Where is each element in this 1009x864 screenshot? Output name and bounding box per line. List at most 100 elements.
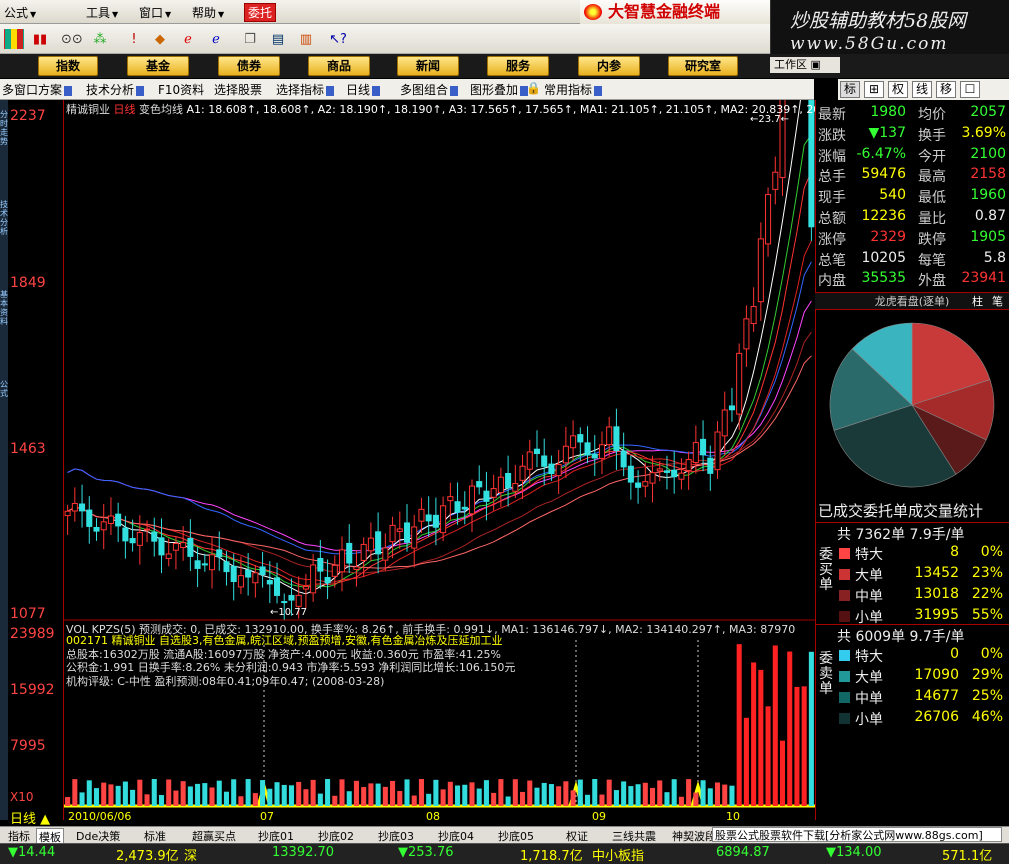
tab-superbuy[interactable]: 超赢买点 — [192, 828, 236, 844]
volume-bar — [151, 779, 157, 806]
candle-body — [245, 569, 252, 578]
volume-bar — [447, 781, 453, 806]
tab-dde[interactable]: Dde决策 — [76, 828, 120, 844]
nav-commodity-button[interactable]: 商品 — [308, 56, 370, 76]
volume-bar — [498, 779, 504, 806]
tab-line[interactable]: 线 — [912, 81, 932, 98]
tab-bottom03[interactable]: 抄底03 — [378, 828, 414, 844]
color-swatch — [839, 650, 850, 661]
date-axis: 2010/06/06 07 08 09 10 — [64, 810, 815, 823]
status-bar: ▼14.44 2,473.9亿 深 13392.70 ▼253.76 1,718… — [0, 843, 1009, 864]
select-stock-menu[interactable]: 选择股票 — [214, 81, 262, 98]
quote-row: 涨跌 ▼137 换手 3.69% — [818, 125, 1006, 146]
weituo-button[interactable]: 委托 — [244, 3, 277, 22]
f10-menu[interactable]: F10资料 — [158, 81, 204, 98]
network-icon[interactable]: ⁂ — [90, 29, 110, 49]
volume-bar — [801, 686, 807, 806]
tab-bottom02[interactable]: 抄底02 — [318, 828, 354, 844]
multi-window-menu[interactable]: 多窗口方案 — [2, 81, 73, 98]
candle-body — [635, 482, 642, 488]
tab-bottom04[interactable]: 抄底04 — [438, 828, 474, 844]
tech-analysis-menu[interactable]: 技术分析 — [86, 81, 145, 98]
quote-row: 总额 12236 量比 0.87 — [818, 208, 1006, 229]
nav-bond-button[interactable]: 债券 — [218, 56, 280, 76]
overlay-menu[interactable]: 图形叠加 — [470, 81, 529, 98]
tab-standard[interactable]: 标准 — [144, 828, 166, 844]
menu-help[interactable]: 帮助 ▼ — [192, 4, 224, 21]
tab-bottom05[interactable]: 抄底05 — [498, 828, 534, 844]
candle-body — [765, 194, 772, 245]
order-volume: 8 — [950, 544, 959, 560]
strip-intraday[interactable]: 分时走势 — [0, 110, 8, 146]
workarea-tab[interactable]: 工作区 ▣ — [770, 57, 840, 73]
window-icon[interactable]: ▤ — [268, 29, 288, 49]
flag-icon[interactable] — [4, 29, 24, 49]
volume-bar — [483, 780, 489, 806]
tab-rights[interactable]: 权 — [888, 81, 908, 98]
period-menu[interactable]: 日线 — [346, 81, 381, 98]
volume-bar — [137, 779, 143, 806]
tab-bottom01[interactable]: 抄底01 — [258, 828, 294, 844]
strip-tech[interactable]: 技术分析 — [0, 200, 8, 236]
volume-bar — [260, 780, 266, 806]
nav-research-button[interactable]: 研究室 — [668, 56, 738, 76]
nav-fund-button[interactable]: 基金 — [127, 56, 189, 76]
help-cursor-icon[interactable]: ↖? — [328, 29, 348, 49]
period-label[interactable]: 日线 ▲ — [10, 808, 50, 827]
color-swatch — [839, 548, 850, 559]
tab-wave[interactable]: 神契波段 — [672, 828, 716, 844]
volume-bar — [252, 793, 258, 806]
e-red-icon[interactable]: ℯ — [178, 29, 198, 49]
nav-news-button[interactable]: 新闻 — [397, 56, 459, 76]
multi-chart-menu[interactable]: 多图组合 — [400, 81, 459, 98]
candle-body — [158, 537, 165, 556]
volume-bar — [556, 786, 562, 806]
volume-bar — [108, 784, 114, 806]
stock-info: 002171 精诚铜业 自选股3,有色金属,皖江区域,预盈预增,安徽,有色金属冶… — [66, 634, 515, 688]
tab-box[interactable]: ☐ — [960, 81, 980, 98]
candle-body — [353, 566, 360, 570]
volume-bar — [642, 782, 648, 806]
strip-basic[interactable]: 基本资料 — [0, 290, 8, 326]
tab-indicator[interactable]: 指标 — [8, 828, 30, 844]
common-indicator-menu[interactable]: 常用指标 — [544, 81, 603, 98]
alert-icon[interactable]: ! — [124, 29, 144, 49]
select-indicator-menu[interactable]: 选择指标 — [276, 81, 335, 98]
e-blue-icon[interactable]: ℯ — [206, 29, 226, 49]
volume-bar — [390, 780, 396, 806]
volume-bar — [613, 790, 619, 806]
candle-body — [461, 506, 468, 510]
tab-grid[interactable]: ⊞ — [864, 81, 884, 98]
candle-body — [743, 318, 750, 350]
left-strip: 分时走势 技术分析 基本资料 公式 — [0, 100, 8, 820]
candle-body — [512, 483, 519, 492]
nav-service-button[interactable]: 服务 — [487, 56, 549, 76]
candle-body — [468, 485, 476, 515]
tab-move[interactable]: 移 — [936, 81, 956, 98]
ad-link[interactable]: 股票公式股票软件下载[分析家公式网www.88gs.com] — [712, 827, 1002, 842]
nav-index-button[interactable]: 指数 — [38, 56, 98, 76]
tab-mark[interactable]: 标 — [840, 81, 860, 98]
candle-icon[interactable]: ▮▮ — [30, 29, 50, 49]
candle-body — [642, 481, 649, 487]
diamond-icon[interactable]: ◆ — [150, 29, 170, 49]
copy-icon[interactable]: ❐ — [240, 29, 260, 49]
candle-body — [548, 463, 555, 475]
lock-icon[interactable]: 🔒 — [526, 81, 541, 95]
menu-window[interactable]: 窗口 ▼ — [139, 4, 171, 21]
menu-tools[interactable]: 工具 ▼ — [86, 4, 118, 21]
order-percent: 0% — [980, 646, 1003, 662]
dragon-tiger-header[interactable]: 龙虎看盘(逐单) 柱 笔 — [815, 292, 1009, 310]
tab-triple-line[interactable]: 三线共震 — [612, 828, 656, 844]
candlestick-chart[interactable] — [64, 100, 815, 820]
candle-body — [454, 501, 461, 513]
tab-warrant[interactable]: 权证 — [566, 828, 588, 844]
binoculars-icon[interactable]: ⊙⊙ — [60, 29, 83, 49]
books-icon[interactable]: ▥ — [296, 29, 316, 49]
status-market1: 深 — [184, 849, 198, 864]
candle-body — [331, 564, 338, 577]
menu-formula[interactable]: 公式 ▼ — [4, 4, 36, 21]
strip-formula[interactable]: 公式 — [0, 380, 8, 398]
nav-insider-button[interactable]: 内参 — [578, 56, 640, 76]
candle-body — [216, 549, 223, 558]
